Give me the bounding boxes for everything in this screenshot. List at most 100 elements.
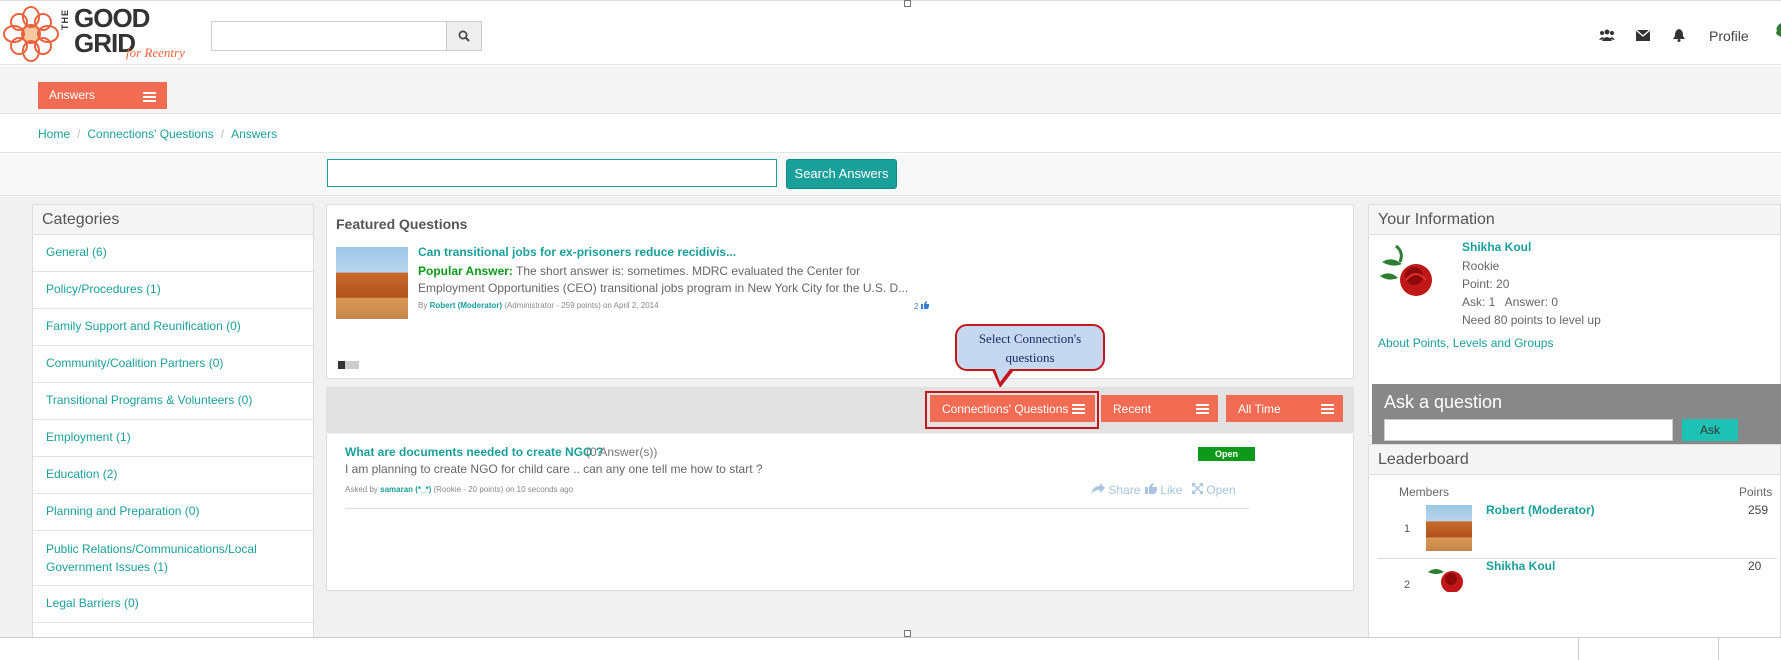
logo-the: THE — [60, 9, 70, 30]
your-information-title: Your Information — [1369, 205, 1780, 235]
profile-avatar-icon[interactable] — [1773, 23, 1781, 37]
featured-questions-panel: Featured Questions Can transitional jobs… — [326, 204, 1354, 379]
notifications-bell-icon[interactable] — [1670, 27, 1688, 43]
window-bottom-bar — [0, 637, 1781, 660]
divider — [1377, 558, 1777, 559]
like-label: Like — [1160, 483, 1183, 497]
instruction-callout: Select Connection's questions — [955, 324, 1105, 371]
all-time-filter[interactable]: All Time — [1226, 395, 1343, 422]
question-meta: Asked by samaran (*_*) (Rookie - 20 poin… — [345, 485, 573, 494]
breadcrumb: Home / Connections' Questions / Answers — [38, 127, 278, 141]
answer-count: (0 Answer(s)) — [586, 445, 658, 459]
share-button[interactable]: Share — [1091, 483, 1140, 497]
profile-link[interactable]: Profile — [1709, 28, 1749, 44]
leaderboard-member-link[interactable]: Robert (Moderator) — [1486, 503, 1595, 517]
leaderboard-panel: Leaderboard Members Points 1 Robert (Mod… — [1368, 444, 1781, 644]
question-list: What are documents needed to create NGO … — [326, 434, 1354, 591]
about-points-link[interactable]: About Points, Levels and Groups — [1378, 336, 1553, 350]
ask-question-input[interactable] — [1384, 419, 1673, 441]
featured-author-link[interactable]: Robert (Moderator) — [430, 301, 502, 310]
category-item[interactable]: General (6) — [33, 235, 313, 272]
resize-handle-top[interactable] — [904, 0, 911, 7]
callout-line2: questions — [1005, 350, 1055, 365]
category-item[interactable]: Transitional Programs & Volunteers (0) — [33, 383, 313, 420]
recent-filter[interactable]: Recent — [1101, 395, 1218, 422]
category-item[interactable]: Policy/Procedures (1) — [33, 272, 313, 309]
divider — [1578, 638, 1579, 660]
question-filter-bar: Connections' Questions Recent All Time — [326, 387, 1354, 433]
meta-date: on April 2, 2014 — [602, 301, 659, 310]
filter-label: Recent — [1113, 402, 1152, 416]
category-item[interactable]: Public Relations/Communications/Local Go… — [33, 531, 313, 586]
user-rank: Rookie — [1462, 259, 1500, 273]
leaderboard-member-link[interactable]: Shikha Koul — [1486, 559, 1555, 573]
like-button[interactable]: Like — [1145, 483, 1182, 497]
featured-popular-answer: Popular Answer: The short answer is: som… — [418, 263, 918, 297]
popular-answer-label: Popular Answer: — [418, 264, 513, 278]
divider — [1718, 638, 1719, 660]
leaderboard-rank: 2 — [1404, 579, 1411, 591]
user-points: Point: 20 — [1462, 277, 1510, 291]
messages-icon[interactable] — [1634, 27, 1652, 43]
category-item[interactable]: Legal Barriers (0) — [33, 586, 313, 623]
leaderboard-members-header: Members — [1399, 485, 1450, 499]
author-meta: (Rookie - 20 points) — [433, 485, 504, 494]
question-body: I am planning to create NGO for child ca… — [345, 462, 763, 476]
category-item[interactable]: Education (2) — [33, 457, 313, 494]
search-answers-button[interactable]: Search Answers — [786, 159, 897, 189]
categories-panel: Categories General (6) Policy/Procedures… — [32, 204, 314, 644]
user-name-link[interactable]: Shikha Koul — [1462, 240, 1531, 254]
featured-likes[interactable]: 2 — [914, 301, 929, 311]
top-navbar: THE GOOD GRID for Reentry Profile — [0, 0, 1781, 65]
ask-button[interactable]: Ask — [1682, 419, 1738, 441]
avatar[interactable] — [1426, 560, 1466, 592]
breadcrumb-row: Home / Connections' Questions / Answers — [0, 115, 1781, 153]
open-button[interactable]: Open — [1192, 483, 1236, 497]
category-item[interactable]: Employment (1) — [33, 420, 313, 457]
category-item[interactable]: Family Support and Reunification (0) — [33, 309, 313, 346]
thumbs-up-icon — [1145, 483, 1157, 494]
ask-question-title: Ask a question — [1384, 392, 1503, 412]
highlight-box — [925, 391, 1099, 429]
breadcrumb-connections-questions[interactable]: Connections' Questions — [87, 127, 213, 141]
featured-question-title[interactable]: Can transitional jobs for ex-prisoners r… — [418, 245, 736, 259]
category-item[interactable]: Community/Coalition Partners (0) — [33, 346, 313, 383]
carousel-pager[interactable] — [338, 361, 359, 369]
resize-handle-bottom[interactable] — [904, 630, 911, 637]
rose-icon — [1428, 569, 1463, 592]
connections-icon[interactable] — [1598, 27, 1616, 43]
search-button[interactable] — [446, 21, 482, 51]
share-icon — [1091, 483, 1105, 494]
question-title-link[interactable]: What are documents needed to create NGO … — [345, 445, 603, 459]
list-item: What are documents needed to create NGO … — [345, 445, 1255, 509]
user-level-up: Need 80 points to level up — [1462, 313, 1601, 327]
expand-icon — [1192, 483, 1203, 494]
callout-tail-inner — [995, 369, 1010, 382]
avatar[interactable] — [1376, 242, 1436, 302]
likes-count: 2 — [914, 302, 919, 311]
thumbs-up-icon — [920, 301, 929, 309]
featured-title: Featured Questions — [336, 216, 468, 232]
menu-icon — [1196, 404, 1209, 414]
featured-question-image[interactable] — [336, 247, 408, 319]
search-input[interactable] — [211, 21, 446, 51]
answers-search-input[interactable] — [327, 159, 777, 187]
leaderboard-points-header: Points — [1739, 485, 1773, 499]
featured-meta: By Robert (Moderator) (Administrator - 2… — [418, 301, 659, 310]
leaderboard-points: 259 — [1748, 503, 1769, 517]
callout-line1: Select Connection's — [978, 331, 1082, 346]
question-time: on 10 seconds ago — [505, 485, 574, 494]
question-author-link[interactable]: samaran (*_*) — [380, 485, 431, 494]
categories-title: Categories — [33, 205, 313, 235]
breadcrumb-home[interactable]: Home — [38, 127, 70, 141]
meta-by: By — [418, 301, 428, 310]
leaderboard-points: 20 — [1748, 559, 1762, 573]
answers-tab[interactable]: Answers — [38, 82, 167, 109]
breadcrumb-answers[interactable]: Answers — [231, 127, 277, 141]
avatar[interactable] — [1426, 505, 1472, 551]
site-logo[interactable]: THE GOOD GRID for Reentry — [2, 3, 202, 65]
menu-icon — [1321, 404, 1334, 414]
filter-label: All Time — [1238, 402, 1281, 416]
asked-by-label: Asked by — [345, 485, 378, 494]
category-item[interactable]: Planning and Preparation (0) — [33, 494, 313, 531]
